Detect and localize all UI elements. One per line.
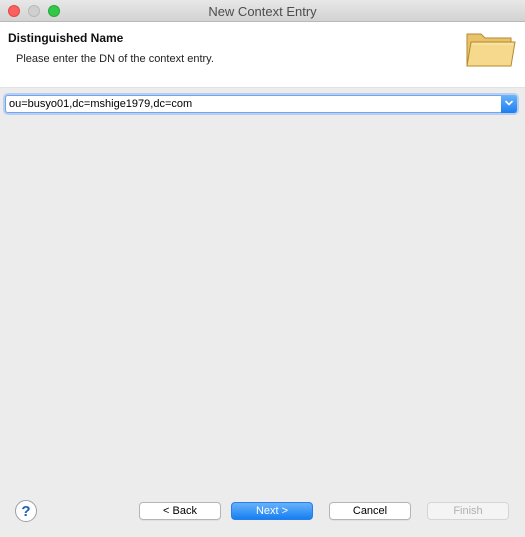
dropdown-button[interactable] [501,95,517,113]
title-bar: New Context Entry [0,0,525,22]
cancel-button[interactable]: Cancel [329,502,411,520]
finish-button[interactable]: Finish [427,502,509,520]
window-title: New Context Entry [208,4,317,19]
back-button[interactable]: < Back [139,502,221,520]
dn-combo-box[interactable]: ou=busyo01,dc=mshige1979,dc=com [5,95,517,113]
header-divider [0,87,525,88]
next-button[interactable]: Next > [231,502,313,520]
folder-icon [466,33,516,67]
help-button[interactable]: ? [15,500,37,522]
dn-input[interactable]: ou=busyo01,dc=mshige1979,dc=com [9,98,192,110]
chevron-down-icon [505,100,513,106]
help-icon: ? [21,503,31,520]
page-description: Please enter the DN of the context entry… [16,53,214,65]
page-title: Distinguished Name [8,31,124,45]
wizard-header: Distinguished Name Please enter the DN o… [0,22,525,88]
